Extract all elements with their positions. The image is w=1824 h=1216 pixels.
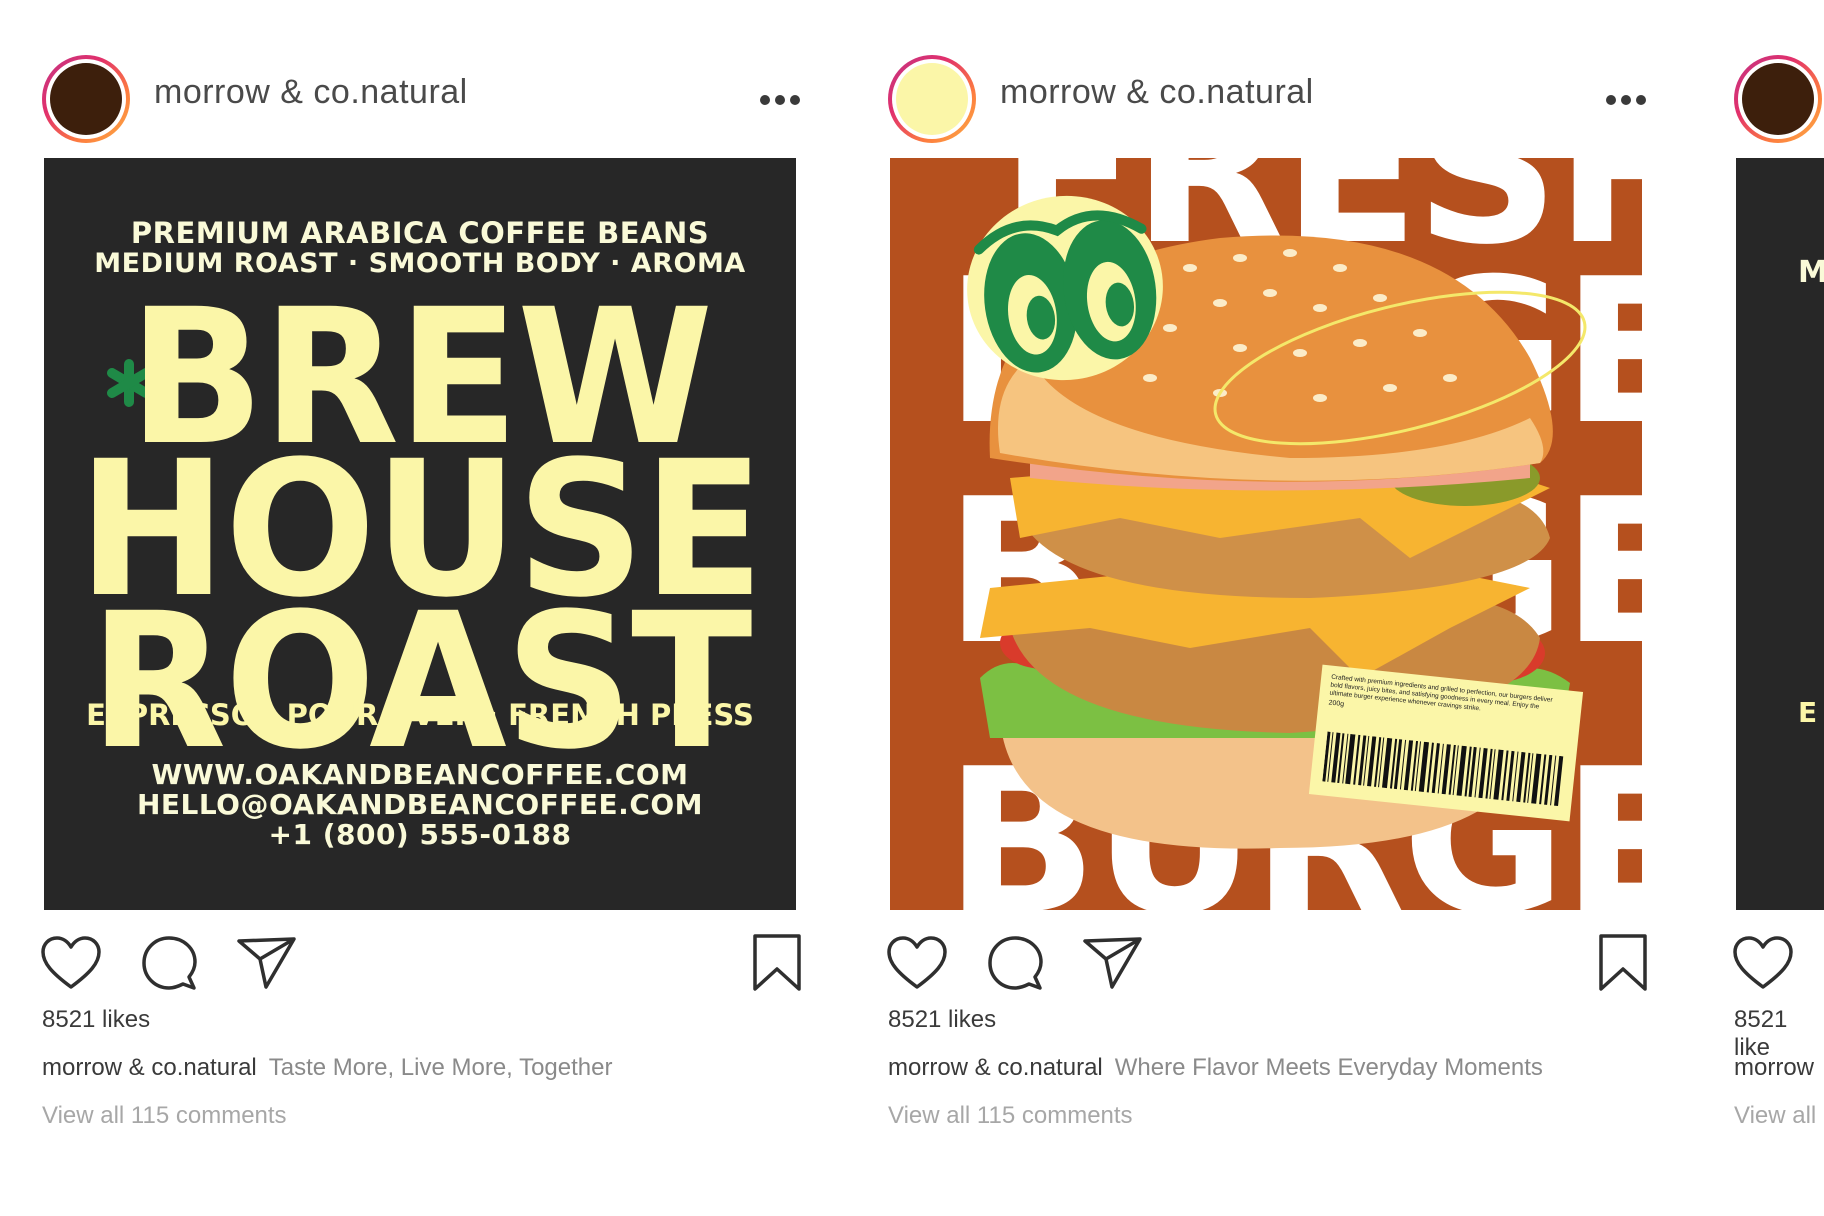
caption-text: Where Flavor Meets Everyday Moments	[1114, 1054, 1543, 1081]
caption-username[interactable]: morrow	[1734, 1054, 1814, 1081]
post-actions	[846, 930, 1649, 1000]
heart-icon[interactable]	[886, 935, 948, 991]
avatar[interactable]	[1734, 55, 1822, 143]
coffee-email: HELLO@OAKANDBEANCOFFEE.COM	[136, 788, 704, 821]
coffee-phone: +1 (800) 555-0188	[268, 818, 572, 851]
coffee-line-1: PREMIUM ARABICA COFFEE BEANS	[130, 216, 710, 250]
barcode-icon	[1322, 731, 1564, 807]
barcode-label: Crafted with premium ingredients and gri…	[1308, 664, 1584, 822]
post-header	[1692, 55, 1824, 145]
share-icon[interactable]	[1082, 935, 1144, 991]
partial-text: E	[1798, 696, 1818, 729]
like-count[interactable]: 8521 likes	[888, 1006, 996, 1034]
post-card: M E 8521 like morrow View all	[1692, 0, 1824, 1216]
share-icon[interactable]	[236, 935, 298, 991]
caption: morrow & co.natural Where Flavor Meets Ev…	[888, 1054, 1543, 1082]
post-card: morrow & co.natural FRESH BURGER BURGER …	[846, 0, 1647, 1216]
partial-text: M	[1798, 255, 1824, 290]
post-image[interactable]: PREMIUM ARABICA COFFEE BEANS MEDIUM ROAS…	[44, 158, 796, 910]
caption-username[interactable]: morrow & co.natural	[888, 1054, 1103, 1081]
more-options-icon[interactable]	[1606, 95, 1650, 109]
heart-icon[interactable]	[1732, 935, 1794, 991]
avatar[interactable]	[42, 55, 130, 143]
avatar[interactable]	[888, 55, 976, 143]
post-image[interactable]: M E	[1736, 158, 1824, 910]
coffee-website: WWW.OAKANDBEANCOFFEE.COM	[151, 758, 689, 791]
view-comments-link[interactable]: View all	[1734, 1102, 1816, 1130]
post-username[interactable]: morrow & co.natural	[154, 73, 468, 112]
post-actions	[1692, 930, 1824, 1000]
caption: morrow	[1734, 1054, 1814, 1082]
coffee-methods: ESPRESSO · POUR OVER · FRENCH PRESS	[86, 698, 754, 732]
post-image[interactable]: FRESH BURGER BURGER BURGER	[890, 158, 1642, 910]
caption-text: Taste More, Live More, Together	[268, 1054, 613, 1081]
coffee-title-word-3: ROAST	[89, 572, 753, 791]
post-header: morrow & co.natural	[846, 55, 1646, 145]
bookmark-icon[interactable]	[751, 933, 803, 993]
caption: morrow & co.natural Taste More, Live More…	[42, 1054, 612, 1082]
post-header: morrow & co.natural	[0, 55, 800, 145]
heart-icon[interactable]	[40, 935, 102, 991]
view-comments-link[interactable]: View all 115 comments	[42, 1102, 287, 1130]
post-actions	[0, 930, 803, 1000]
caption-username[interactable]: morrow & co.natural	[42, 1054, 257, 1081]
post-username[interactable]: morrow & co.natural	[1000, 73, 1314, 112]
comment-icon[interactable]	[140, 934, 198, 992]
comment-icon[interactable]	[986, 934, 1044, 992]
more-options-icon[interactable]	[760, 95, 804, 109]
post-card: morrow & co.natural PREMIUM ARABICA COFF…	[0, 0, 801, 1216]
view-comments-link[interactable]: View all 115 comments	[888, 1102, 1133, 1130]
like-count[interactable]: 8521 likes	[42, 1006, 150, 1034]
bookmark-icon[interactable]	[1597, 933, 1649, 993]
